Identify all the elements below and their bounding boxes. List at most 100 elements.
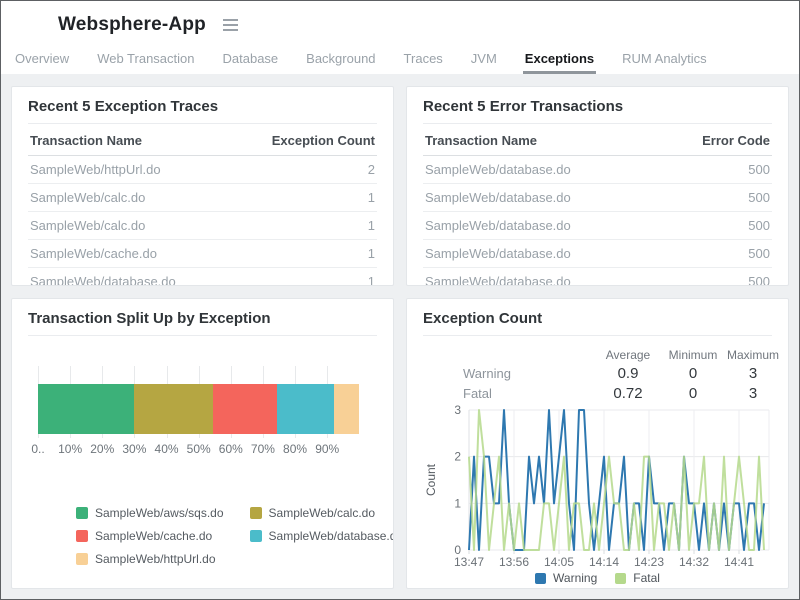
legend-swatch <box>76 553 88 565</box>
legend-label: Warning <box>553 571 597 585</box>
legend-swatch <box>535 573 546 584</box>
legend-swatch <box>76 530 88 542</box>
legend-label: SampleWeb/cache.do <box>95 529 212 543</box>
x-tick-label: 0.. <box>31 442 44 456</box>
tab-rum-analytics[interactable]: RUM Analytics <box>620 49 709 74</box>
y-tick-label: 2 <box>454 450 461 464</box>
line-chart: 012313:4713:5614:0514:1414:2314:3214:41C… <box>423 404 779 570</box>
panel-exception-count: Exception Count Average Minimum Maximum … <box>406 298 789 589</box>
legend-item-sampleweb-cache-do[interactable]: SampleWeb/cache.do <box>76 529 224 543</box>
table-row[interactable]: SampleWeb/database.do500 <box>423 268 772 286</box>
legend-item-fatal[interactable]: Fatal <box>615 571 660 585</box>
legend-swatch <box>250 507 262 519</box>
table-row[interactable]: SampleWeb/httpUrl.do2 <box>28 156 377 184</box>
table-row[interactable]: SampleWeb/database.do 500 <box>423 240 772 268</box>
table-row[interactable]: SampleWeb/database.do 1 <box>28 268 377 286</box>
warning-average: 0.9 <box>592 365 664 382</box>
stacked-bar <box>38 384 359 434</box>
row-value: 1 <box>368 246 375 261</box>
row-value: 500 <box>748 246 770 261</box>
tab-background[interactable]: Background <box>304 49 377 74</box>
split-chart: 0..10%20%30%40%50%60%70%80%90% <box>38 366 371 462</box>
transaction-name: SampleWeb/calc.do <box>30 190 145 205</box>
table-body: SampleWeb/database.do 500 SampleWeb/databa… <box>423 156 772 286</box>
x-tick-label: 13:47 <box>454 555 484 569</box>
x-tick-label: 60% <box>219 442 243 456</box>
row-value: 1 <box>368 190 375 205</box>
bar-segment[interactable] <box>38 384 134 434</box>
x-tick-label: 40% <box>155 442 179 456</box>
bar-segment[interactable] <box>277 384 333 434</box>
legend-label: SampleWeb/database.do <box>269 529 394 543</box>
x-tick-label: 20% <box>90 442 114 456</box>
tab-web-transaction[interactable]: Web Transaction <box>95 49 196 74</box>
warning-minimum: 0 <box>664 365 722 382</box>
table-row[interactable]: SampleWeb/calc.do 1 <box>28 184 377 212</box>
x-tick-label: 14:23 <box>634 555 664 569</box>
split-legend: SampleWeb/aws/sqs.do SampleWeb/calc.do Sam… <box>76 506 377 566</box>
legend-label: SampleWeb/httpUrl.do <box>95 552 216 566</box>
row-label-fatal: Fatal <box>423 386 592 401</box>
row-value: 1 <box>368 274 375 286</box>
table-row[interactable]: SampleWeb/calc.do 1 <box>28 212 377 240</box>
column-minimum: Minimum <box>664 342 722 362</box>
fatal-line <box>469 410 764 550</box>
column-average: Average <box>592 342 664 362</box>
legend-item-sampleweb-aws-sqs-do[interactable]: SampleWeb/aws/sqs.do <box>76 506 224 520</box>
up-arrow-icon <box>21 16 39 34</box>
legend-label: Fatal <box>633 571 660 585</box>
summary-spacer <box>423 349 592 355</box>
transaction-name: SampleWeb/database.do <box>425 162 571 177</box>
legend-swatch <box>250 530 262 542</box>
panel-title: Recent 5 Exception Traces <box>28 95 377 124</box>
bar-segment[interactable] <box>213 384 277 434</box>
row-value: 500 <box>748 190 770 205</box>
transaction-name: SampleWeb/database.do <box>425 218 571 233</box>
table-header: Transaction Name Exception Count <box>28 124 377 156</box>
bar-segment[interactable] <box>134 384 213 434</box>
transaction-name: SampleWeb/database.do <box>30 274 176 286</box>
y-tick-label: 1 <box>454 496 461 510</box>
transaction-name: SampleWeb/cache.do <box>30 246 157 261</box>
y-axis-label: Count <box>424 463 438 496</box>
table-row[interactable]: SampleWeb/database.do 500 <box>423 156 772 184</box>
legend-item-sampleweb-calc-do[interactable]: SampleWeb/calc.do <box>250 506 394 520</box>
legend-item-warning[interactable]: Warning <box>535 571 597 585</box>
tab-exceptions[interactable]: Exceptions <box>523 49 596 74</box>
table-row[interactable]: SampleWeb/database.do500 <box>423 184 772 212</box>
row-label-warning: Warning <box>423 366 592 381</box>
tab-traces[interactable]: Traces <box>402 49 445 74</box>
legend-item-sampleweb-httpurl-do[interactable]: SampleWeb/httpUrl.do <box>76 552 224 566</box>
tab-overview[interactable]: Overview <box>13 49 71 74</box>
line-legend: Warning Fatal <box>423 571 772 585</box>
panel-title: Transaction Split Up by Exception <box>28 307 377 336</box>
legend-swatch <box>76 507 88 519</box>
legend-swatch <box>615 573 626 584</box>
panel-title: Recent 5 Error Transactions <box>423 95 772 124</box>
fatal-maximum: 3 <box>722 385 784 402</box>
row-value: 1 <box>368 218 375 233</box>
table-row[interactable]: SampleWeb/cache.do 1 <box>28 240 377 268</box>
transaction-name: SampleWeb/calc.do <box>30 218 145 233</box>
column-exception-count: Exception Count <box>272 133 375 148</box>
legend-label: SampleWeb/calc.do <box>269 506 376 520</box>
x-tick-label: 14:05 <box>544 555 574 569</box>
transaction-name: SampleWeb/database.do <box>425 246 571 261</box>
transaction-name: SampleWeb/httpUrl.do <box>30 162 161 177</box>
table-row[interactable]: SampleWeb/database.do500 <box>423 212 772 240</box>
x-tick-label: 14:32 <box>679 555 709 569</box>
x-tick-label: 14:14 <box>589 555 619 569</box>
fatal-minimum: 0 <box>664 385 722 402</box>
legend-item-sampleweb-database-do[interactable]: SampleWeb/database.do <box>250 529 394 543</box>
menu-icon[interactable] <box>219 15 242 35</box>
warning-maximum: 3 <box>722 365 784 382</box>
transaction-name: SampleWeb/database.do <box>425 274 571 286</box>
app-window: Websphere-App OverviewWeb TransactionDat… <box>0 0 800 600</box>
panel-title: Exception Count <box>423 307 772 336</box>
tab-database[interactable]: Database <box>221 49 281 74</box>
bar-segment[interactable] <box>334 384 360 434</box>
row-value: 500 <box>748 162 770 177</box>
dashboard-content: Recent 5 Exception Traces Transaction Na… <box>1 74 799 600</box>
tab-jvm[interactable]: JVM <box>469 49 499 74</box>
column-transaction-name: Transaction Name <box>425 133 537 148</box>
